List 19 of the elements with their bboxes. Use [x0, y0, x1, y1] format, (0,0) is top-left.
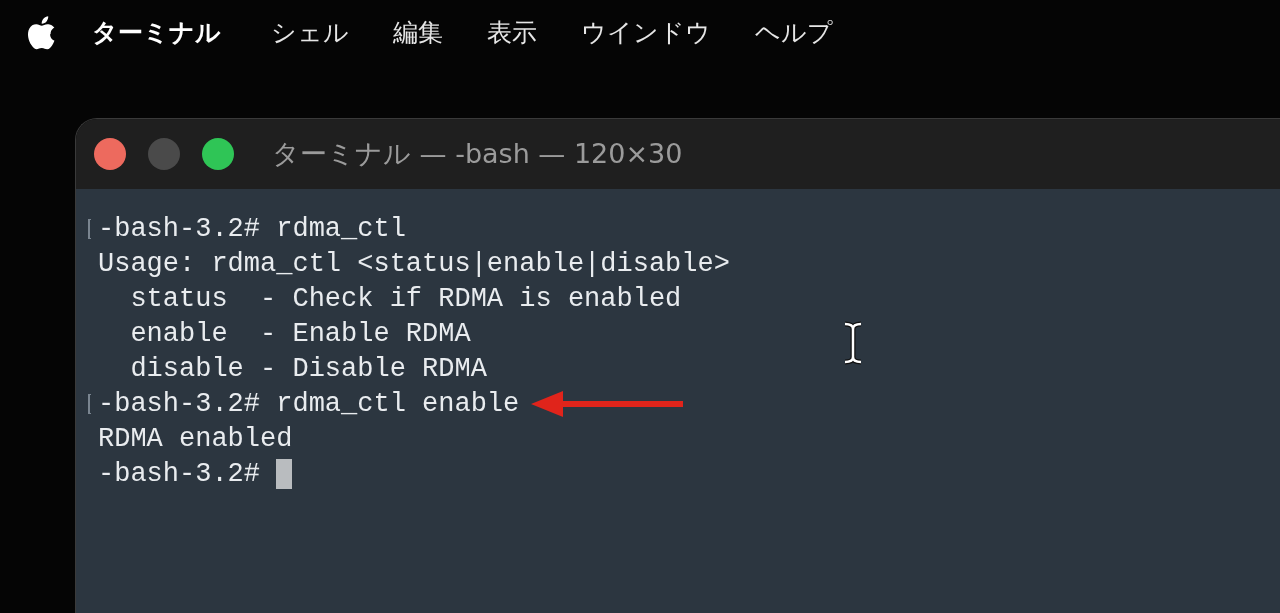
terminal-line: -bash-3.2# rdma_ctl: [98, 213, 406, 244]
terminal-line: disable - Disable RDMA: [129, 353, 487, 384]
menu-item[interactable]: ウインドウ: [581, 16, 711, 49]
terminal-line: enable - Enable RDMA: [129, 318, 471, 349]
menu-item[interactable]: ヘルプ: [755, 16, 833, 49]
close-button[interactable]: [94, 138, 126, 170]
window-title: ターミナル — -bash — 120×30: [272, 137, 683, 171]
app-menu[interactable]: ターミナル: [92, 16, 221, 49]
menu-item[interactable]: シェル: [271, 16, 349, 49]
terminal-line: Usage: rdma_ctl <status|enable|disable>: [98, 248, 730, 279]
terminal-line: -bash-3.2# rdma_ctl enable: [98, 388, 520, 419]
menu-item[interactable]: 編集: [393, 16, 443, 49]
apple-logo-icon[interactable]: [26, 15, 56, 50]
terminal-line: status - Check if RDMA is enabled: [129, 283, 682, 314]
text-select-cursor-icon: [842, 321, 864, 365]
menu-item[interactable]: 表示: [487, 16, 537, 49]
terminal-line: RDMA enabled: [98, 423, 293, 454]
zoom-button[interactable]: [202, 138, 234, 170]
terminal-line: -bash-3.2#: [98, 458, 262, 489]
